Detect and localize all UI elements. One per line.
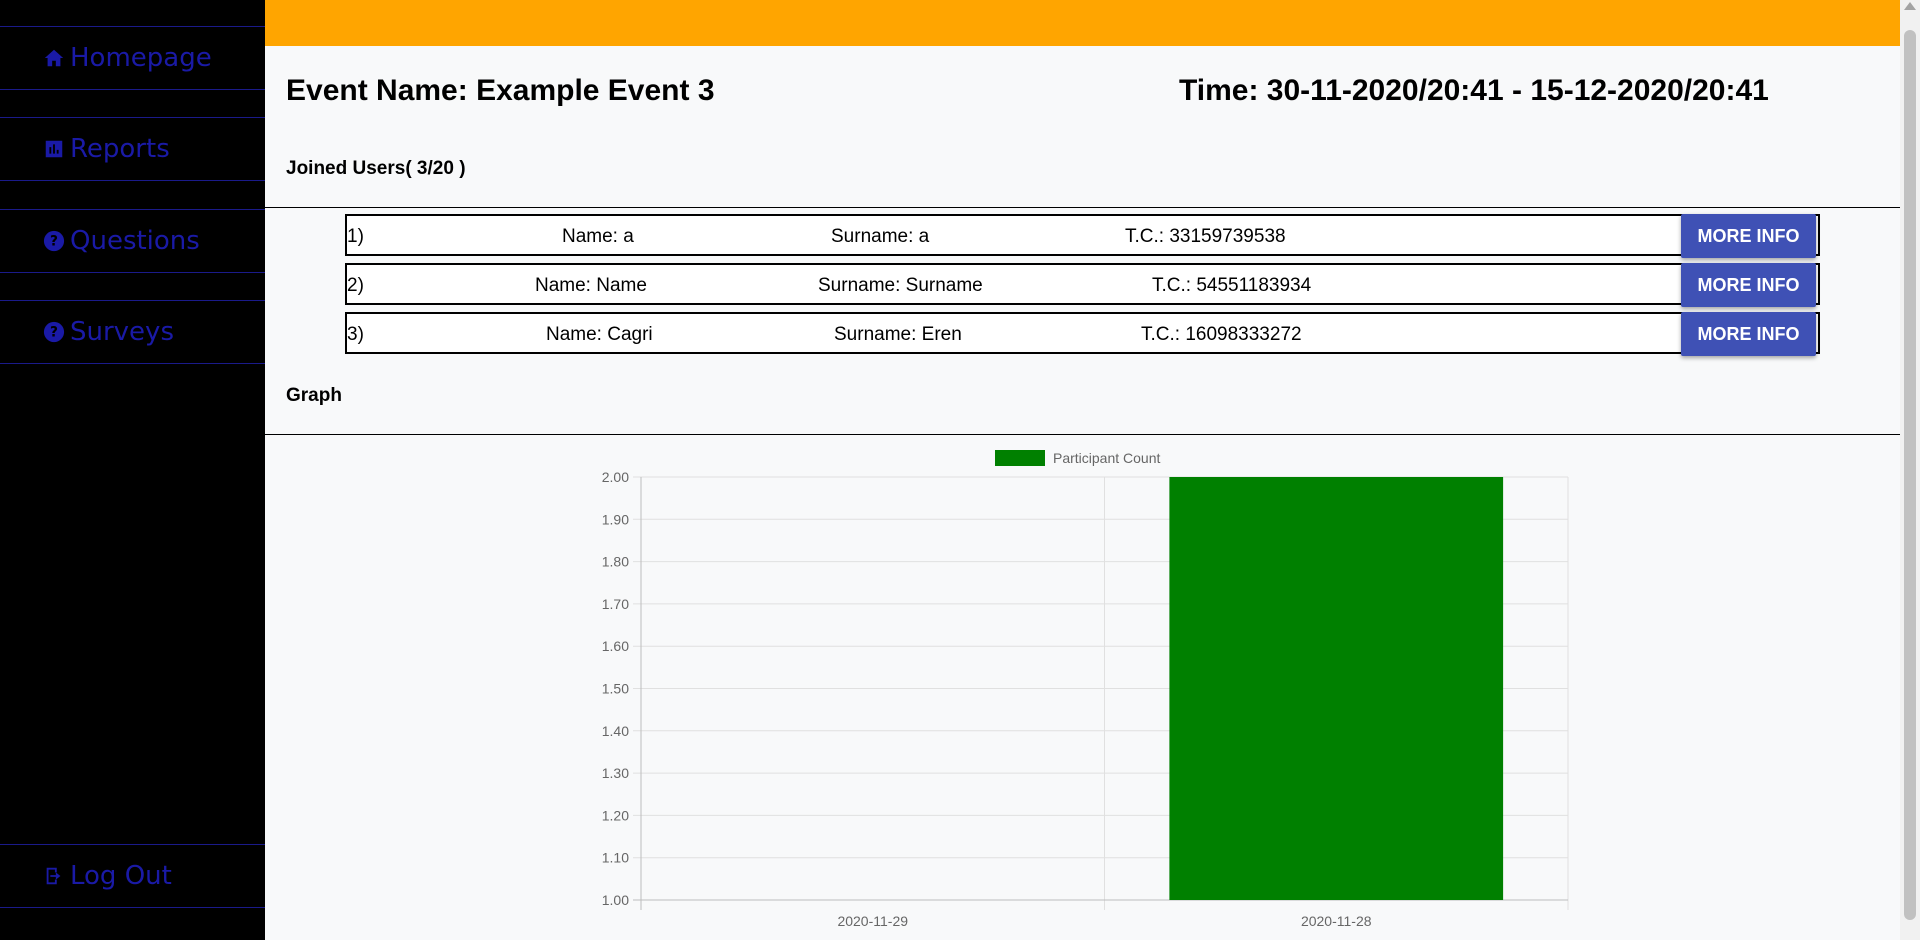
legend-swatch	[995, 450, 1045, 466]
user-name: Name: a	[562, 226, 634, 247]
x-tick-label: 2020-11-28	[1301, 913, 1372, 929]
question-icon: ?	[42, 320, 66, 344]
y-tick-label: 1.00	[602, 892, 629, 908]
y-tick-label: 1.40	[602, 723, 629, 739]
divider	[265, 207, 1900, 208]
y-tick-label: 2.00	[602, 469, 629, 485]
y-tick-label: 1.50	[602, 681, 629, 697]
scroll-thumb[interactable]	[1904, 30, 1916, 920]
user-index: 3)	[347, 324, 364, 345]
y-tick-label: 1.90	[602, 511, 629, 527]
user-row: 2) Name: Name Surname: Surname T.C.: 545…	[345, 263, 1820, 307]
graph-title: Graph	[286, 385, 342, 406]
y-tick-label: 1.80	[602, 554, 629, 570]
nav-surveys-label: Surveys	[70, 317, 174, 347]
nav-logout[interactable]: Log Out	[0, 844, 265, 908]
top-bar	[265, 0, 1900, 46]
scroll-up-arrow-icon[interactable]	[1904, 2, 1916, 10]
more-info-button[interactable]: MORE INFO	[1681, 263, 1816, 307]
user-index: 1)	[347, 226, 364, 247]
chart-icon	[42, 137, 66, 161]
question-icon: ?	[42, 229, 66, 253]
user-name: Name: Name	[535, 275, 647, 296]
joined-users-title: Joined Users( 3/20 )	[286, 158, 466, 179]
sidebar: Homepage Reports ? Questions ? Surveys L…	[0, 0, 265, 940]
user-surname: Surname: a	[831, 226, 930, 247]
scrollbar[interactable]	[1900, 0, 1920, 940]
user-tc: T.C.: 54551183934	[1152, 275, 1312, 296]
nav-logout-label: Log Out	[70, 861, 172, 891]
y-tick-label: 1.70	[602, 596, 629, 612]
svg-text:?: ?	[50, 325, 58, 341]
user-row: 3) Name: Cagri Surname: Eren T.C.: 16098…	[345, 312, 1820, 356]
x-tick-label: 2020-11-29	[837, 913, 908, 929]
y-tick-label: 1.20	[602, 807, 629, 823]
nav-homepage[interactable]: Homepage	[0, 26, 265, 90]
home-icon	[42, 46, 66, 70]
user-row: 1) Name: a Surname: a T.C.: 33159739538 …	[345, 214, 1820, 258]
bar	[1169, 477, 1504, 900]
y-tick-label: 1.30	[602, 765, 629, 781]
chart-container: 2.00 1.90 1.80 1.70 1.60 1.50 1.40 1.30 1.20 1.10…	[265, 436, 1900, 940]
nav-homepage-label: Homepage	[70, 43, 212, 73]
user-tc: T.C.: 16098333272	[1141, 324, 1302, 345]
nav-questions-label: Questions	[70, 226, 200, 256]
user-surname: Surname: Eren	[834, 324, 962, 345]
event-name: Event Name: Example Event 3	[286, 74, 715, 107]
y-tick-label: 1.10	[602, 850, 629, 866]
nav-reports-label: Reports	[70, 134, 170, 164]
event-time: Time: 30-11-2020/20:41 - 15-12-2020/20:4…	[1179, 74, 1769, 107]
user-name: Name: Cagri	[546, 324, 653, 345]
nav-reports[interactable]: Reports	[0, 117, 265, 181]
more-info-button[interactable]: MORE INFO	[1681, 214, 1816, 258]
user-surname: Surname: Surname	[818, 275, 983, 296]
user-tc: T.C.: 33159739538	[1125, 226, 1286, 247]
nav-surveys[interactable]: ? Surveys	[0, 300, 265, 364]
nav-questions[interactable]: ? Questions	[0, 209, 265, 273]
more-info-button[interactable]: MORE INFO	[1681, 312, 1816, 356]
user-index: 2)	[347, 275, 364, 296]
legend-label: Participant Count	[1053, 450, 1161, 466]
svg-text:?: ?	[50, 234, 58, 250]
y-tick-label: 1.60	[602, 638, 629, 654]
divider	[265, 434, 1900, 435]
participant-chart: 2.00 1.90 1.80 1.70 1.60 1.50 1.40 1.30 1.20 1.10…	[602, 450, 1569, 929]
logout-icon	[42, 864, 66, 888]
